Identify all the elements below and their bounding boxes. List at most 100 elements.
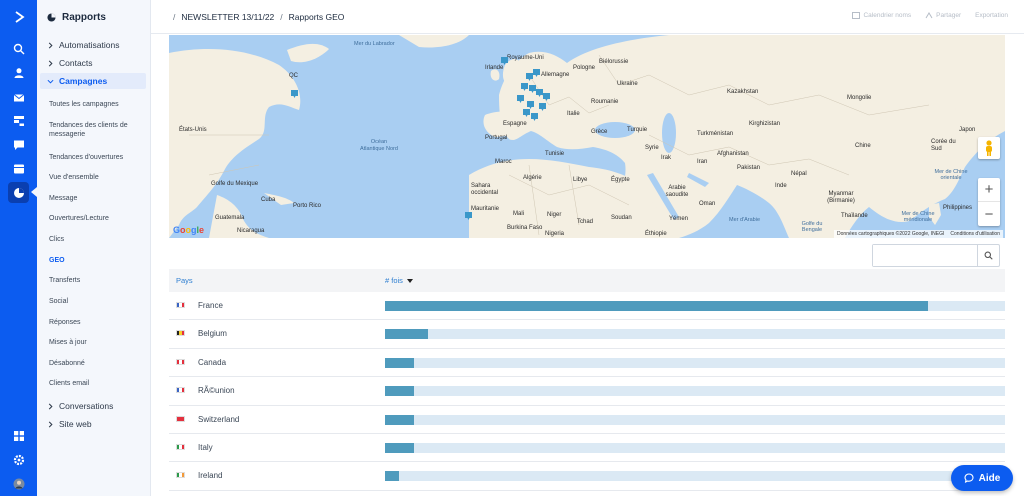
count-bar-fill [385, 414, 414, 425]
map-marker-icon[interactable] [291, 90, 298, 98]
export-button[interactable]: Exportation [975, 12, 1008, 19]
map-attribution: Données cartographiques ©2022 Google, IN… [834, 230, 1003, 238]
reports-icon[interactable] [8, 182, 29, 203]
sidebar-group-contacts[interactable]: Contacts [37, 55, 147, 71]
map-marker-icon[interactable] [523, 109, 530, 117]
map-label: Irlande [485, 65, 504, 71]
calendar-button[interactable]: Calendrier noms [852, 12, 911, 19]
settings-icon[interactable] [8, 449, 29, 470]
map-marker-icon[interactable] [527, 101, 534, 109]
table-row: Canada [169, 349, 1005, 378]
sidebar-group-automations[interactable]: Automatisations [37, 37, 147, 53]
sidebar-item-open-trends[interactable]: Tendances d'ouvertures [49, 153, 145, 162]
sidebar-item-updates[interactable]: Mises à jour [49, 338, 145, 347]
street-view-button[interactable] [978, 137, 1000, 159]
map-label: Mongolie [847, 95, 872, 101]
table-row: Italy [169, 434, 1005, 463]
map-label: Guatemala [215, 215, 245, 221]
sidebar-item-social[interactable]: Social [49, 297, 145, 306]
search-button[interactable] [977, 245, 999, 266]
sidebar-item-opens[interactable]: Ouvertures/Lecture [49, 214, 145, 223]
map-label: Chine [855, 143, 871, 149]
map-label: Ukraine [617, 81, 638, 87]
sidebar-item-unsubscribed[interactable]: Désabonné [49, 359, 145, 368]
map-label: Océan Atlantique Nord [360, 139, 398, 152]
sidebar-item-client-trends[interactable]: Tendances des clients de messagerie [49, 121, 145, 139]
avatar[interactable] [8, 473, 29, 494]
map-label: Mer du Labrador [354, 41, 395, 47]
map-marker-icon[interactable] [501, 57, 508, 65]
sidebar-item-forwards[interactable]: Transferts [49, 276, 145, 285]
column-header-country[interactable]: Pays [176, 276, 193, 285]
automation-icon[interactable] [8, 110, 29, 131]
table-row: RÃ©union [169, 377, 1005, 406]
map-label: Népal [791, 171, 807, 177]
sidebar-group-label: Conversations [59, 401, 114, 411]
map-label: Cuba [261, 197, 276, 203]
map-marker-icon[interactable] [533, 69, 540, 77]
share-button[interactable]: Partager [925, 12, 961, 19]
chevron-down-icon [47, 79, 54, 84]
map-label: Nigeria [545, 231, 565, 237]
google-logo: Google [173, 225, 205, 235]
map-label: Arabie saoudite [665, 185, 689, 198]
search-input[interactable] [873, 245, 977, 266]
map-label: Syrie [645, 145, 659, 151]
map-label: Biélorussie [599, 59, 629, 65]
map-label: Turquie [627, 127, 648, 133]
map-marker-icon[interactable] [529, 85, 536, 93]
sidebar-item-geo[interactable]: GEO [49, 256, 145, 265]
map-marker-icon[interactable] [465, 212, 472, 220]
conversations-icon[interactable] [8, 134, 29, 155]
count-bar-fill [385, 301, 928, 311]
sidebar-item-overview[interactable]: Vue d'ensemble [49, 173, 145, 182]
map-label: États-Unis [179, 127, 207, 133]
logo-icon[interactable] [8, 6, 29, 27]
search-icon[interactable] [8, 38, 29, 59]
map-terms-link[interactable]: Conditions d'utilisation [950, 231, 1000, 237]
country-name: France [198, 301, 223, 310]
reports-sidebar: Rapports Automatisations Contacts Campag… [37, 0, 151, 496]
sidebar-item-email-clients[interactable]: Clients email [49, 379, 145, 388]
country-name: Canada [198, 357, 227, 367]
sidebar-item-clicks[interactable]: Clics [49, 235, 145, 244]
count-bar-fill [385, 386, 414, 397]
map-label: Iran [697, 159, 708, 165]
map-marker-icon[interactable] [517, 95, 524, 103]
count-bar-fill [385, 442, 414, 453]
apps-icon[interactable] [8, 425, 29, 446]
map-label: Burkina Faso [507, 225, 543, 231]
map-label: Sahara occidental [471, 183, 499, 196]
geo-map[interactable]: Mer du Labrador QC États-Unis Golfe du M… [169, 35, 1005, 238]
sidebar-item-all-campaigns[interactable]: Toutes les campagnes [49, 100, 145, 109]
sidebar-group-site[interactable]: Site web [37, 416, 147, 432]
zoom-in-button[interactable]: + [978, 178, 1000, 202]
chevron-right-icon [48, 403, 53, 409]
top-bar: / NEWSLETTER 13/11/22 / Rapports GEO Cal… [151, 0, 1024, 34]
map-marker-icon[interactable] [526, 73, 533, 81]
map-marker-icon[interactable] [521, 83, 528, 91]
map-marker-icon[interactable] [531, 113, 538, 121]
sidebar-item-message[interactable]: Message [49, 194, 145, 203]
map-label: Italie [567, 111, 580, 117]
column-header-count[interactable]: # fois [385, 276, 413, 285]
zoom-out-button[interactable]: − [978, 202, 1000, 226]
map-marker-icon[interactable] [536, 89, 543, 97]
map-marker-icon[interactable] [539, 103, 546, 111]
sidebar-group-conversations[interactable]: Conversations [37, 398, 147, 414]
site-icon[interactable] [8, 158, 29, 179]
geo-table: Pays # fois France Belgium Canada RÃ©union S… [169, 269, 1005, 491]
count-bar-fill [385, 357, 414, 368]
map-marker-icon[interactable] [543, 93, 550, 101]
chevron-right-icon [48, 421, 53, 427]
email-icon[interactable] [8, 87, 29, 108]
count-bar-track [385, 414, 1005, 425]
help-button[interactable]: Aide [951, 465, 1013, 491]
breadcrumb-campaign[interactable]: NEWSLETTER 13/11/22 [181, 12, 274, 22]
sidebar-item-replies[interactable]: Réponses [49, 318, 145, 327]
map-label: Royaume-Uni [507, 55, 544, 61]
sidebar-group-label: Campagnes [59, 76, 108, 86]
table-row: Switzerland [169, 406, 1005, 434]
sidebar-group-campaigns[interactable]: Campagnes [40, 73, 146, 89]
contacts-icon[interactable] [8, 62, 29, 83]
